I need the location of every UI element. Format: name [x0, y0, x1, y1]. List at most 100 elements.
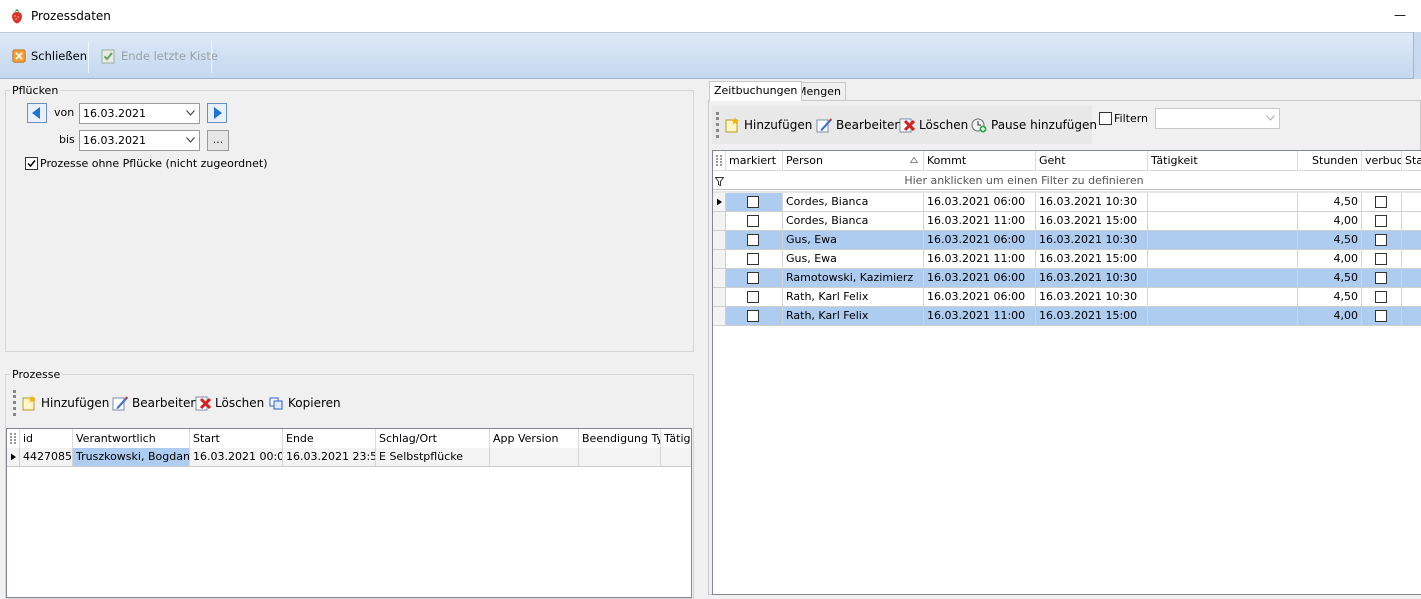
column-chooser-icon[interactable]	[713, 151, 726, 171]
tab-time-bookings[interactable]: Zeitbuchungen	[709, 81, 803, 101]
column-header-field[interactable]: Schlag/Ort	[376, 429, 490, 449]
table-row[interactable]: Gus, Ewa 16.03.2021 06:00 16.03.2021 10:30…	[713, 231, 1421, 250]
marked-checkbox[interactable]	[747, 234, 759, 246]
cell-activity[interactable]	[1148, 269, 1298, 287]
marked-checkbox[interactable]	[747, 272, 759, 284]
next-day-button[interactable]	[207, 103, 227, 123]
cell-activity[interactable]	[661, 448, 691, 466]
booked-checkbox[interactable]	[1375, 272, 1387, 284]
column-header-booked[interactable]: verbuc	[1362, 151, 1402, 171]
cell-come[interactable]: 16.03.2021 11:00	[924, 212, 1036, 230]
table-row[interactable]: Rath, Karl Felix 16.03.2021 06:00 16.03.20…	[713, 288, 1421, 307]
filter-checkbox[interactable]	[1099, 112, 1112, 125]
table-row[interactable]: Cordes, Bianca 16.03.2021 06:00 16.03.2021…	[713, 193, 1421, 212]
column-chooser-icon[interactable]	[7, 429, 20, 449]
cell-go[interactable]: 16.03.2021 10:30	[1036, 269, 1148, 287]
column-header-activity[interactable]: Tätigkeit	[1148, 151, 1298, 171]
from-date-picker[interactable]: 16.03.2021	[79, 103, 200, 124]
booked-checkbox[interactable]	[1375, 196, 1387, 208]
cell-person[interactable]: Cordes, Bianca	[783, 212, 924, 230]
column-header-marked[interactable]: markiert	[726, 151, 783, 171]
time-edit-button[interactable]: Bearbeiten	[816, 115, 902, 135]
booked-checkbox[interactable]	[1375, 253, 1387, 265]
column-header-status[interactable]: Sta	[1402, 151, 1421, 171]
cell-id[interactable]: 44270856	[20, 448, 73, 466]
process-copy-button[interactable]: Kopieren	[268, 393, 341, 413]
column-header-activity[interactable]: Tätigk	[661, 429, 691, 449]
time-add-button[interactable]: Hinzufügen	[724, 115, 812, 135]
cell-activity[interactable]	[1148, 231, 1298, 249]
cell-booked[interactable]	[1362, 231, 1402, 249]
cell-status[interactable]	[1402, 269, 1421, 287]
cell-person[interactable]: Ramotowski, Kazimierz	[783, 269, 924, 287]
cell-come[interactable]: 16.03.2021 11:00	[924, 307, 1036, 325]
cell-activity[interactable]	[1148, 250, 1298, 268]
column-header-app-version[interactable]: App Version	[490, 429, 579, 449]
column-header-person[interactable]: Person	[783, 151, 924, 171]
cell-come[interactable]: 16.03.2021 06:00	[924, 288, 1036, 306]
cell-app-version[interactable]	[490, 448, 579, 466]
cell-go[interactable]: 16.03.2021 15:00	[1036, 212, 1148, 230]
cell-booked[interactable]	[1362, 288, 1402, 306]
previous-day-button[interactable]	[27, 103, 47, 123]
cell-marked[interactable]	[726, 231, 783, 249]
cell-activity[interactable]	[1148, 307, 1298, 325]
column-header-hours[interactable]: Stunden	[1298, 151, 1362, 171]
process-delete-button[interactable]: Löschen	[195, 393, 264, 413]
cell-status[interactable]	[1402, 250, 1421, 268]
cell-person[interactable]: Gus, Ewa	[783, 250, 924, 268]
table-row[interactable]: Cordes, Bianca 16.03.2021 11:00 16.03.2021…	[713, 212, 1421, 231]
table-row[interactable]: 44270856 Truszkowski, Bogdan 16.03.2021 …	[7, 448, 691, 467]
cell-come[interactable]: 16.03.2021 11:00	[924, 250, 1036, 268]
cell-status[interactable]	[1402, 231, 1421, 249]
minimize-button[interactable]: —	[1393, 7, 1407, 23]
cell-marked[interactable]	[726, 250, 783, 268]
cell-activity[interactable]	[1148, 212, 1298, 230]
cell-marked[interactable]	[726, 288, 783, 306]
column-header-go[interactable]: Geht	[1036, 151, 1148, 171]
cell-booked[interactable]	[1362, 269, 1402, 287]
process-edit-button[interactable]: Bearbeiten	[112, 393, 198, 413]
booked-checkbox[interactable]	[1375, 215, 1387, 227]
cell-booked[interactable]	[1362, 307, 1402, 325]
date-range-more-button[interactable]: ...	[207, 130, 229, 151]
cell-go[interactable]: 16.03.2021 15:00	[1036, 307, 1148, 325]
cell-status[interactable]	[1402, 193, 1421, 211]
cell-come[interactable]: 16.03.2021 06:00	[924, 193, 1036, 211]
cell-person[interactable]: Cordes, Bianca	[783, 193, 924, 211]
cell-go[interactable]: 16.03.2021 10:30	[1036, 193, 1148, 211]
cell-marked[interactable]	[726, 212, 783, 230]
booked-checkbox[interactable]	[1375, 310, 1387, 322]
cell-hours[interactable]: 4,00	[1298, 212, 1362, 230]
marked-checkbox[interactable]	[747, 196, 759, 208]
cell-booked[interactable]	[1362, 250, 1402, 268]
cell-hours[interactable]: 4,50	[1298, 288, 1362, 306]
cell-person[interactable]: Rath, Karl Felix	[783, 307, 924, 325]
cell-responsible[interactable]: Truszkowski, Bogdan	[73, 448, 190, 466]
column-header-start[interactable]: Start	[190, 429, 283, 449]
cell-come[interactable]: 16.03.2021 06:00	[924, 269, 1036, 287]
end-last-box-button[interactable]: Ende letzte Kiste	[97, 45, 221, 67]
cell-booked[interactable]	[1362, 212, 1402, 230]
unassigned-processes-checkbox[interactable]	[25, 157, 38, 170]
time-delete-button[interactable]: Löschen	[899, 115, 968, 135]
cell-go[interactable]: 16.03.2021 15:00	[1036, 250, 1148, 268]
marked-checkbox[interactable]	[747, 291, 759, 303]
column-header-end[interactable]: Ende	[283, 429, 376, 449]
cell-hours[interactable]: 4,50	[1298, 231, 1362, 249]
process-add-button[interactable]: Hinzufügen	[21, 393, 109, 413]
booked-checkbox[interactable]	[1375, 234, 1387, 246]
booked-checkbox[interactable]	[1375, 291, 1387, 303]
table-row[interactable]: Rath, Karl Felix 16.03.2021 11:00 16.03.20…	[713, 307, 1421, 326]
cell-come[interactable]: 16.03.2021 06:00	[924, 231, 1036, 249]
close-button[interactable]: Schließen	[9, 45, 90, 67]
cell-person[interactable]: Gus, Ewa	[783, 231, 924, 249]
table-row[interactable]: Ramotowski, Kazimierz 16.03.2021 06:00 16.…	[713, 269, 1421, 288]
cell-marked[interactable]	[726, 307, 783, 325]
cell-end[interactable]: 16.03.2021 23:59	[283, 448, 376, 466]
cell-end-type[interactable]	[579, 448, 661, 466]
cell-activity[interactable]	[1148, 288, 1298, 306]
cell-status[interactable]	[1402, 307, 1421, 325]
cell-hours[interactable]: 4,00	[1298, 307, 1362, 325]
marked-checkbox[interactable]	[747, 215, 759, 227]
